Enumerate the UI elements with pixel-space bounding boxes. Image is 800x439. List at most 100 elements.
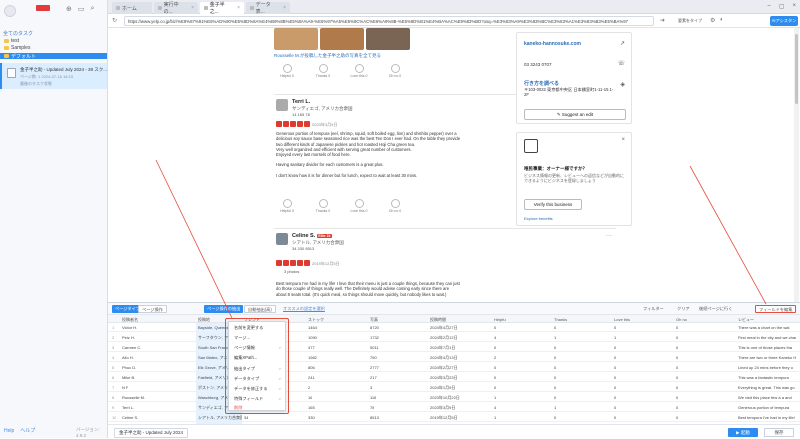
table-cell[interactable]: 116 <box>370 395 376 400</box>
folder-default[interactable]: デフォルト <box>0 53 107 60</box>
table-cell[interactable]: Mike B. <box>122 375 135 380</box>
table-cell[interactable]: 2024年2月12日 <box>430 335 458 341</box>
table-cell[interactable]: 330 <box>308 415 315 420</box>
table-cell[interactable]: 217 <box>370 375 377 380</box>
table-cell[interactable]: 8513 <box>370 415 379 420</box>
table-cell[interactable]: We visit this place few a a and <box>738 395 796 400</box>
table-cell[interactable]: 0 <box>554 385 556 390</box>
close-window-icon[interactable]: × <box>792 3 796 10</box>
tab-data[interactable]: データ表... × <box>246 2 290 15</box>
maximize-icon[interactable]: ▢ <box>779 3 785 10</box>
table-cell[interactable]: This was a fantastic tempura <box>738 375 796 380</box>
table-cell[interactable]: This is one of those places tha <box>738 345 796 350</box>
table-cell[interactable]: Rousselle M. <box>122 395 145 400</box>
table-cell[interactable]: 0 <box>494 375 496 380</box>
table-cell[interactable]: 0 <box>554 375 556 380</box>
more-icon[interactable]: ··· <box>606 233 612 239</box>
table-cell[interactable]: 1 <box>494 415 496 420</box>
column-header[interactable]: Love this <box>614 317 630 322</box>
table-row[interactable]: 7N Fボストン, アメリカ合衆国1232024年1月9日0000Everyth… <box>108 383 800 392</box>
column-header[interactable]: Oh no <box>676 317 687 322</box>
folder-icon[interactable]: ▭ <box>78 5 85 13</box>
table-cell[interactable]: 2024年3月23日 <box>430 375 458 381</box>
menu-modify-data[interactable]: データを修正する <box>234 386 268 392</box>
helpful-button[interactable]: Helpful 0 <box>278 64 296 78</box>
helpful-button[interactable]: Helpful 0 <box>278 199 296 213</box>
table-cell[interactable]: N F <box>122 385 128 390</box>
table-row[interactable]: 2Peiz H.サーフタウン, アメリカ合衆国5109017322024年2月1… <box>108 333 800 342</box>
table-cell[interactable]: 0 <box>676 385 678 390</box>
save-button[interactable]: 保存 <box>764 428 794 437</box>
table-cell[interactable]: 2024年2月27日 <box>430 365 458 371</box>
table-row[interactable]: 5Phuc D.Elk Grove, アメリカ合衆国080627772024年2… <box>108 363 800 372</box>
table-cell[interactable]: Carmen C. <box>122 345 141 350</box>
all-tasks-label[interactable]: 全てのタスク <box>3 30 33 37</box>
table-cell[interactable]: 477 <box>308 345 315 350</box>
table-cell[interactable]: 4 <box>494 335 496 340</box>
refresh-icon[interactable]: ↻ <box>112 17 117 24</box>
review-photo[interactable] <box>366 28 410 50</box>
review-photo[interactable] <box>274 28 318 50</box>
extract-data-button[interactable]: ページ操作の抽出 <box>204 305 244 313</box>
menu-extract-type[interactable]: 抽出タイプ <box>234 366 255 372</box>
table-cell[interactable]: 1 <box>494 395 496 400</box>
table-cell[interactable]: 0 <box>494 365 496 370</box>
table-cell[interactable]: 0 <box>676 365 678 370</box>
table-cell[interactable]: 4 <box>494 405 496 410</box>
reviewer-avatar[interactable] <box>276 99 288 111</box>
table-cell[interactable]: There was a chart on the wal <box>738 325 796 330</box>
review-photo[interactable] <box>320 28 364 50</box>
menu-page-info[interactable]: ページ情報 <box>234 345 255 351</box>
minimize-icon[interactable]: – <box>767 3 770 10</box>
tab-running[interactable]: 実行中の... × <box>154 2 198 15</box>
table-row[interactable]: 6Mike B.Fairfield, アメリカ合衆国22412172024年3月… <box>108 373 800 382</box>
table-cell[interactable]: 78 <box>370 405 374 410</box>
table-cell[interactable]: 1464 <box>308 325 317 330</box>
page-scrollbar[interactable] <box>794 28 799 302</box>
table-cell[interactable]: Best tempura I've had in my life! <box>738 415 796 420</box>
page-ops-dropdown[interactable]: ページ操作 <box>138 305 167 313</box>
table-cell[interactable]: There are two or three Kaneko H <box>738 355 796 360</box>
field-settings-button[interactable]: フィールドを編集 <box>755 305 797 313</box>
table-cell[interactable]: 2024年7月1日 <box>430 345 455 351</box>
directions-icon[interactable]: ◈ <box>620 81 625 88</box>
table-cell[interactable]: Celine S. <box>122 415 138 420</box>
table-cell[interactable]: 2023年10月22日 <box>430 395 460 401</box>
table-cell[interactable]: 3 <box>370 385 372 390</box>
auto-extract-dropdown[interactable]: 自動抽出(高) <box>244 305 276 313</box>
table-cell[interactable]: 0 <box>614 405 616 410</box>
table-cell[interactable]: 0 <box>676 335 678 340</box>
table-row[interactable]: 10 Celine S. シアトル, アメリカ合衆国 34 330 8513 2019年12… <box>108 413 800 422</box>
table-cell[interactable]: 2024年1月9日 <box>430 385 455 391</box>
suggest-edit-button[interactable]: ✎ Suggest an edit <box>524 109 626 120</box>
table-cell[interactable]: 165 <box>308 405 315 410</box>
phone-icon[interactable]: ☏ <box>617 60 625 67</box>
table-cell[interactable]: 0 <box>614 415 616 420</box>
menu-delete[interactable]: 削除 <box>234 405 242 411</box>
table-cell[interactable]: 0 <box>614 365 616 370</box>
table-row[interactable]: 3Carmen C.South San Francisco, アメリ124775… <box>108 343 800 352</box>
table-cell[interactable]: シアトル, アメリカ合衆国 <box>198 415 242 421</box>
table-cell[interactable]: 1982 <box>308 355 317 360</box>
table-cell[interactable]: 0 <box>554 395 556 400</box>
clear-button[interactable]: クリア <box>674 305 693 313</box>
table-cell[interactable]: Generous portion of tempura <box>738 405 796 410</box>
table-cell[interactable]: Peiz H. <box>122 335 135 340</box>
table-cell[interactable]: 750 <box>370 355 377 360</box>
reviewer-name[interactable]: Celine S. Elite 24 <box>292 233 332 239</box>
table-cell[interactable]: 0 <box>554 345 556 350</box>
table-cell[interactable]: 2777 <box>370 365 379 370</box>
table-cell[interactable]: 1732 <box>370 335 379 340</box>
reviewer-name[interactable]: Terri L. <box>292 99 310 105</box>
new-task-icon[interactable]: ⊕ <box>66 5 72 13</box>
table-cell[interactable]: 1 <box>614 335 616 340</box>
task-tab[interactable]: 金子半之助 - Updated July 2024 <box>114 428 189 438</box>
folder-test[interactable]: test <box>0 38 107 44</box>
table-cell[interactable]: 806 <box>308 365 315 370</box>
table-cell[interactable]: Phuc D. <box>122 365 136 370</box>
toggle-icon[interactable]: ◐ <box>720 17 724 23</box>
table-cell[interactable]: 8720 <box>370 325 379 330</box>
recommended-settings-link[interactable]: オススメの設定を選択 <box>280 305 328 313</box>
reviewer-avatar[interactable] <box>276 233 288 245</box>
table-cell[interactable]: Lined up 24 mins before they o <box>738 365 796 370</box>
